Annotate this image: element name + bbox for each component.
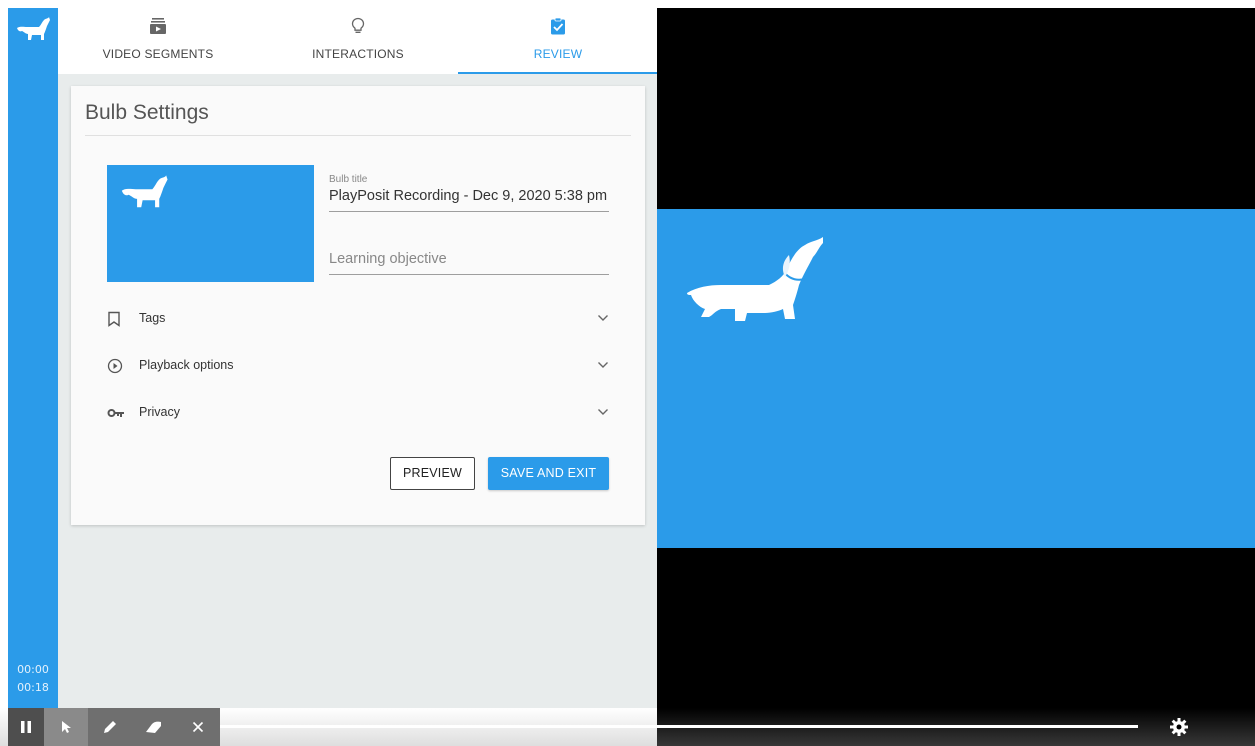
eraser-tool-button[interactable] <box>132 708 176 746</box>
page-title: Bulb Settings <box>85 101 209 124</box>
cursor-icon <box>62 721 71 733</box>
learning-objective-input[interactable]: Learning objective <box>329 251 447 267</box>
dachshund-logo-icon[interactable] <box>15 16 51 42</box>
progress-bar[interactable] <box>220 725 1138 728</box>
key-icon <box>107 409 124 417</box>
tab-video-segments[interactable]: VIDEO SEGMENTS <box>58 8 258 74</box>
tab-review-label: REVIEW <box>533 47 583 61</box>
current-time: 00:00 <box>17 663 49 676</box>
tab-review[interactable]: REVIEW <box>458 8 658 74</box>
save-and-exit-button[interactable]: SAVE AND EXIT <box>488 457 609 490</box>
bookmark-icon <box>108 311 120 327</box>
editor-panel: VIDEO SEGMENTS INTERACTIONS REVIEW Bulb … <box>58 8 657 708</box>
close-icon <box>192 721 204 733</box>
playback-options-section[interactable]: Playback options <box>107 352 611 380</box>
pause-icon <box>21 721 31 733</box>
total-time: 00:18 <box>17 681 49 694</box>
drawing-toolbar <box>8 708 220 746</box>
cursor-tool-button[interactable] <box>44 708 88 746</box>
sidebar: 00:00 00:18 <box>8 8 58 708</box>
pause-button[interactable] <box>8 708 44 746</box>
bulb-settings-card: Bulb Settings Bulb title PlayPosit Recor… <box>71 86 645 525</box>
tab-interactions[interactable]: INTERACTIONS <box>258 8 458 74</box>
active-tab-indicator <box>458 72 657 74</box>
bulb-title-input[interactable]: PlayPosit Recording - Dec 9, 2020 5:38 p… <box>329 188 607 204</box>
video-frame <box>657 209 1255 548</box>
tab-bar: VIDEO SEGMENTS INTERACTIONS REVIEW <box>58 8 657 74</box>
tags-label: Tags <box>139 311 166 325</box>
bulb-thumbnail[interactable] <box>107 165 314 282</box>
eraser-icon <box>146 721 161 733</box>
dachshund-video-icon <box>687 237 823 321</box>
close-tool-button[interactable] <box>176 708 220 746</box>
privacy-section[interactable]: Privacy <box>107 399 611 427</box>
learning-objective-underline <box>329 274 609 275</box>
video-player[interactable] <box>657 8 1255 746</box>
privacy-label: Privacy <box>139 405 180 419</box>
pen-tool-button[interactable] <box>88 708 132 746</box>
tab-video-segments-label: VIDEO SEGMENTS <box>102 47 214 61</box>
pen-icon <box>104 721 116 733</box>
preview-button[interactable]: PREVIEW <box>390 457 475 490</box>
divider <box>85 135 631 136</box>
play-circle-icon <box>107 358 123 374</box>
gear-icon[interactable] <box>1169 717 1189 737</box>
lightbulb-icon <box>351 17 365 33</box>
dachshund-thumbnail-icon <box>121 175 168 208</box>
chevron-down-icon <box>598 362 608 368</box>
chevron-down-icon <box>598 409 608 415</box>
tab-interactions-label: INTERACTIONS <box>312 47 404 61</box>
bulb-title-underline <box>329 211 609 212</box>
clipboard-check-icon <box>551 17 565 35</box>
chevron-down-icon <box>598 315 608 321</box>
playback-options-label: Playback options <box>139 358 234 372</box>
bulb-title-label: Bulb title <box>329 174 368 185</box>
video-segments-icon <box>150 18 166 34</box>
tags-section[interactable]: Tags <box>107 305 611 333</box>
